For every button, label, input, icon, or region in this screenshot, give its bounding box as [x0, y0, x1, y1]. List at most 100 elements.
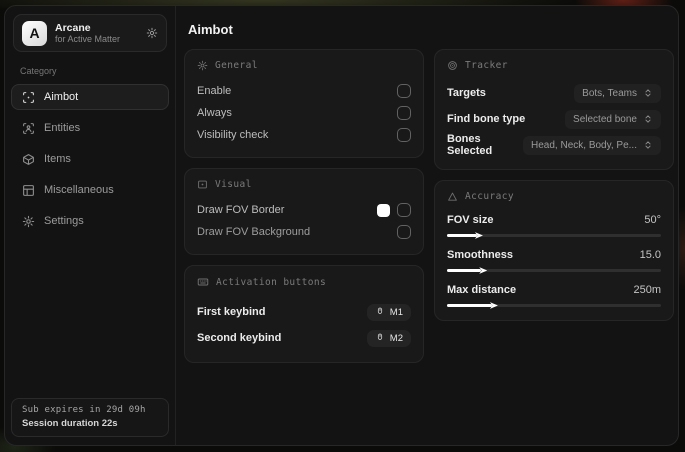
- sidebar-item-label: Settings: [44, 215, 84, 227]
- bones-selected-select[interactable]: Head, Neck, Body, Pe...: [523, 135, 661, 155]
- setting-label: FOV size: [447, 213, 494, 226]
- slider-fill: [447, 232, 483, 239]
- always-checkbox[interactable]: [397, 106, 411, 120]
- mouse-icon: [375, 307, 385, 317]
- setting-label: Enable: [197, 85, 232, 97]
- select-value: Head, Neck, Body, Pe...: [531, 139, 637, 151]
- setting-label: Targets: [447, 87, 486, 99]
- target-icon: [447, 60, 458, 71]
- app-window: A Arcane for Active Matter Category Aimb…: [4, 5, 679, 446]
- smoothness-slider[interactable]: [447, 267, 661, 274]
- category-label: Category: [20, 66, 57, 76]
- sidebar-item-label: Entities: [44, 122, 81, 134]
- sidebar: A Arcane for Active Matter Category Aimb…: [5, 6, 176, 445]
- accuracy-card: Accuracy FOV size 50° Smoothness 15.0 Ma…: [434, 180, 674, 321]
- frame-icon: [197, 179, 208, 190]
- slider-thumb[interactable]: [474, 232, 483, 239]
- main-content: Aimbot General Enable Always Visibility …: [176, 6, 678, 445]
- setting-row-always: Always: [197, 102, 411, 124]
- setting-label: Find bone type: [447, 113, 526, 125]
- keyboard-icon: [197, 276, 209, 288]
- sidebar-item-label: Items: [44, 153, 71, 165]
- layout-panel-icon: [22, 184, 35, 197]
- fov-size-slider[interactable]: [447, 232, 661, 239]
- setting-row-draw-fov-border: Draw FOV Border: [197, 199, 411, 221]
- setting-label: Bones Selected: [447, 133, 493, 157]
- slider-fill: [447, 302, 498, 309]
- draw-fov-background-checkbox[interactable]: [397, 225, 411, 239]
- card-title: General: [215, 60, 258, 71]
- tracker-card: Tracker Targets Bots, Teams Find bone ty…: [434, 49, 674, 170]
- sidebar-item-miscellaneous[interactable]: Miscellaneous: [11, 177, 169, 203]
- card-title: Accuracy: [465, 191, 514, 202]
- setting-row-visibility-check: Visibility check: [197, 124, 411, 146]
- keybind-value: M2: [389, 332, 403, 344]
- setting-row-draw-fov-background: Draw FOV Background: [197, 221, 411, 243]
- setting-row-second-keybind: Second keybind M2: [197, 325, 411, 351]
- brand-text: Arcane for Active Matter: [55, 22, 138, 44]
- second-keybind-button[interactable]: M2: [366, 329, 411, 347]
- setting-row-bones-selected: Bones Selected Head, Neck, Body, Pe...: [447, 132, 661, 158]
- session-duration-text: Session duration 22s: [22, 418, 118, 429]
- setting-value: 50°: [644, 213, 661, 226]
- card-title: Visual: [215, 179, 252, 190]
- settings-gear-button[interactable]: [146, 27, 158, 39]
- setting-row-enable: Enable: [197, 80, 411, 102]
- activation-buttons-card: Activation buttons First keybind M1 Seco…: [184, 265, 424, 363]
- setting-row-first-keybind: First keybind M1: [197, 299, 411, 325]
- setting-label: Second keybind: [197, 332, 282, 344]
- fov-border-color-swatch[interactable]: [377, 203, 390, 217]
- sidebar-item-label: Aimbot: [44, 91, 79, 103]
- first-keybind-button[interactable]: M1: [366, 303, 411, 321]
- brand-card: A Arcane for Active Matter: [13, 14, 167, 52]
- targets-select[interactable]: Bots, Teams: [574, 83, 661, 103]
- setting-label: Draw FOV Background: [197, 226, 311, 238]
- sidebar-item-entities[interactable]: Entities: [11, 115, 169, 141]
- cube-icon: [22, 153, 35, 166]
- page-title: Aimbot: [188, 22, 233, 37]
- slider-thumb[interactable]: [479, 267, 488, 274]
- setting-label: Smoothness: [447, 248, 514, 261]
- sub-expires-text: Sub expires in 29d 09h: [22, 405, 146, 415]
- mouse-icon: [375, 333, 385, 343]
- setting-row-smoothness: Smoothness 15.0: [447, 246, 661, 274]
- keybind-value: M1: [389, 306, 403, 318]
- cog-icon: [197, 60, 208, 71]
- gear-icon: [22, 215, 35, 228]
- person-scan-icon: [22, 122, 35, 135]
- chevrons-up-down-icon: [643, 140, 653, 150]
- sidebar-item-aimbot[interactable]: Aimbot: [11, 84, 169, 110]
- slider-fill: [447, 267, 488, 274]
- triangle-ruler-icon: [447, 191, 458, 202]
- sidebar-item-items[interactable]: Items: [11, 146, 169, 172]
- right-column: Tracker Targets Bots, Teams Find bone ty…: [434, 49, 674, 363]
- setting-row-max-distance: Max distance 250m: [447, 281, 661, 309]
- enable-checkbox[interactable]: [397, 84, 411, 98]
- select-value: Selected bone: [573, 113, 637, 125]
- subscription-info-box: Sub expires in 29d 09h Session duration …: [11, 398, 169, 437]
- setting-row-targets: Targets Bots, Teams: [447, 80, 661, 106]
- setting-value: 250m: [633, 283, 661, 296]
- sidebar-nav: Aimbot Entities Items Miscellaneous Sett…: [11, 84, 169, 234]
- scan-crosshair-icon: [22, 91, 35, 104]
- brand-subtitle: for Active Matter: [55, 33, 121, 44]
- max-distance-slider[interactable]: [447, 302, 661, 309]
- left-column: General Enable Always Visibility check V…: [184, 49, 424, 363]
- brand-logo: A: [22, 20, 47, 46]
- brand-name: Arcane: [55, 21, 91, 34]
- slider-thumb[interactable]: [489, 302, 498, 309]
- visibility-check-checkbox[interactable]: [397, 128, 411, 142]
- setting-label: Max distance: [447, 283, 517, 296]
- sidebar-item-settings[interactable]: Settings: [11, 208, 169, 234]
- find-bone-type-select[interactable]: Selected bone: [565, 109, 661, 129]
- general-card: General Enable Always Visibility check: [184, 49, 424, 158]
- setting-value: 15.0: [639, 248, 661, 261]
- card-title: Tracker: [465, 60, 508, 71]
- chevrons-up-down-icon: [643, 88, 653, 98]
- setting-row-find-bone-type: Find bone type Selected bone: [447, 106, 661, 132]
- sidebar-item-label: Miscellaneous: [44, 184, 114, 196]
- draw-fov-border-checkbox[interactable]: [397, 203, 411, 217]
- chevrons-up-down-icon: [643, 114, 653, 124]
- setting-label: First keybind: [197, 306, 266, 318]
- card-title: Activation buttons: [216, 276, 327, 288]
